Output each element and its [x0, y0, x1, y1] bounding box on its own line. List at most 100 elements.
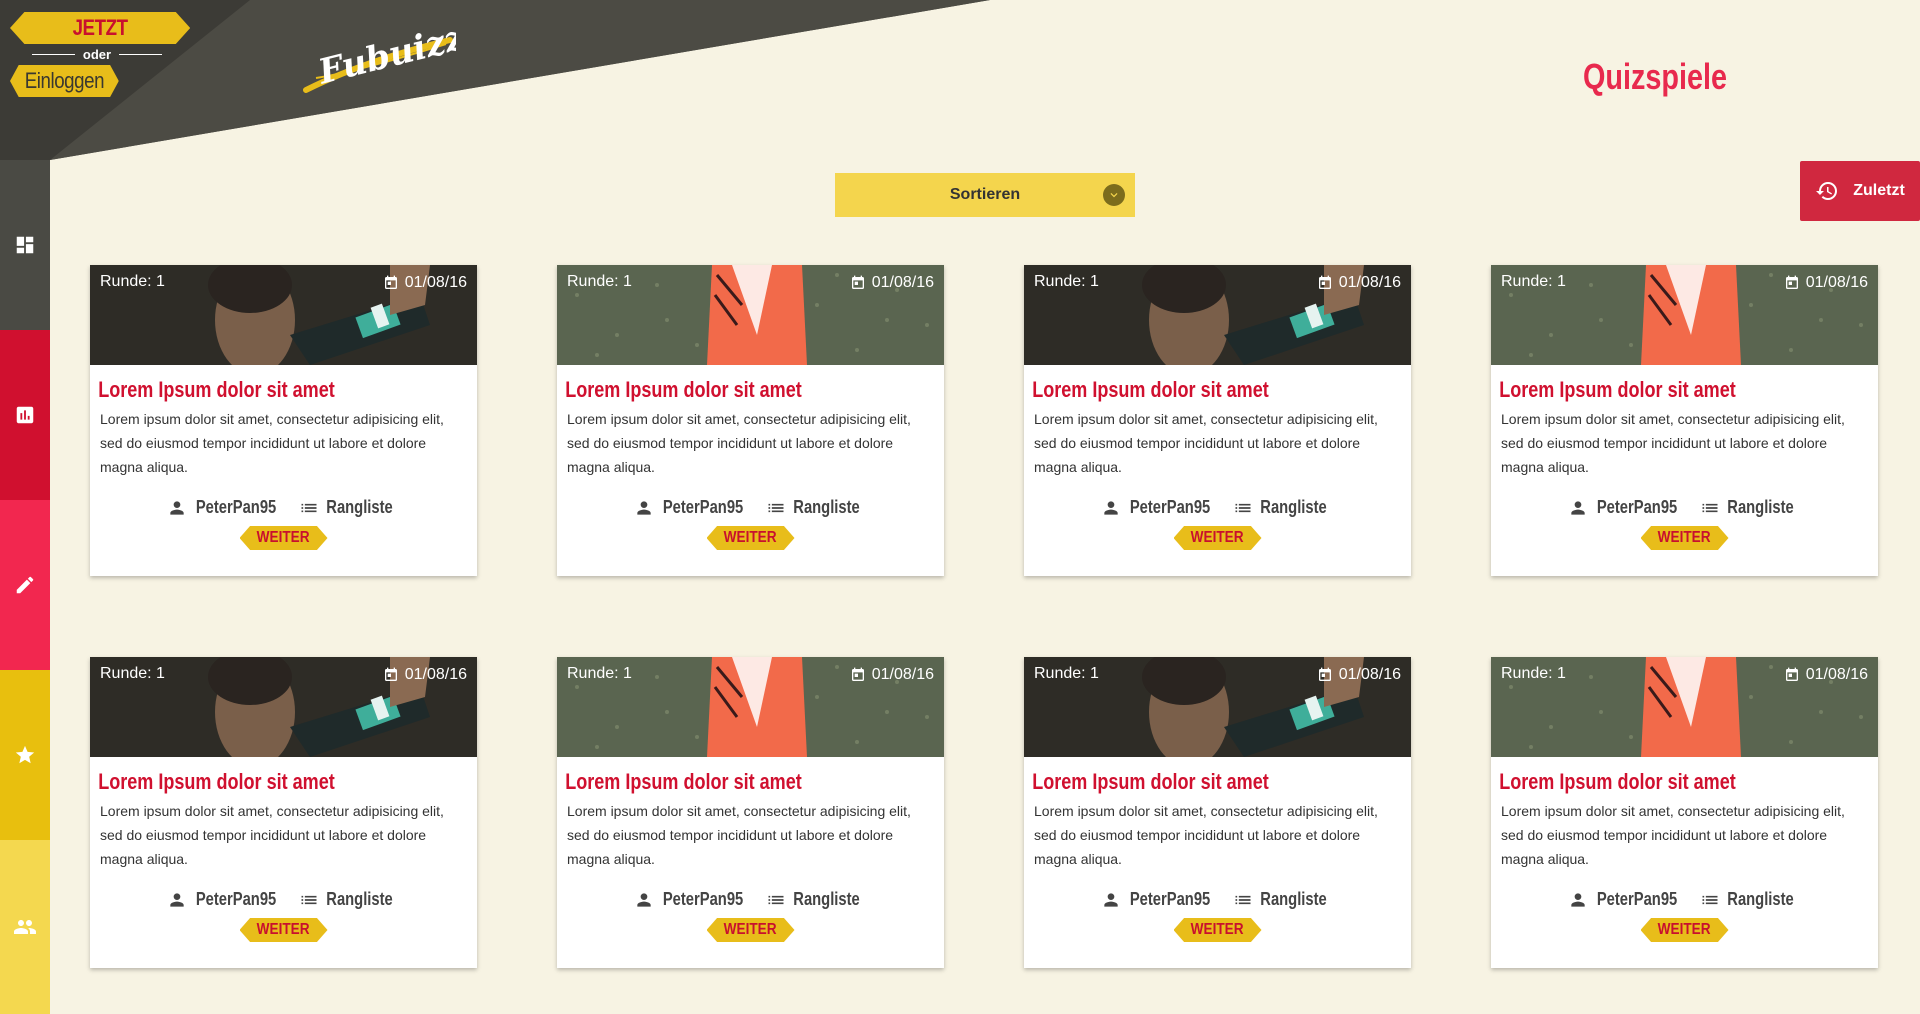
- card-ranking-link[interactable]: Rangliste: [1233, 497, 1334, 518]
- date-text: 01/08/16: [1338, 666, 1401, 683]
- card-ranking-link[interactable]: Rangliste: [1700, 497, 1801, 518]
- ranking-label: Rangliste: [793, 497, 860, 517]
- ranking-label: Rangliste: [1260, 497, 1327, 517]
- continue-label: WEITER: [257, 921, 310, 938]
- calendar-icon: [1318, 667, 1331, 681]
- quiz-card[interactable]: Runde: 1 01/08/16 Lorem Ipsum dolor sit …: [557, 265, 944, 576]
- date-text: 01/08/16: [404, 666, 467, 683]
- date-text: 01/08/16: [871, 274, 934, 291]
- ranking-label: Rangliste: [326, 497, 393, 517]
- date-label: 01/08/16: [850, 274, 934, 292]
- user-name: PeterPan95: [662, 497, 744, 517]
- card-title[interactable]: Lorem Ipsum dolor sit amet: [1491, 365, 1808, 403]
- calendar-icon: [1785, 667, 1798, 681]
- continue-label: WEITER: [257, 529, 310, 546]
- card-ranking-link[interactable]: Rangliste: [766, 497, 867, 518]
- sidebar-item-favorites[interactable]: [0, 670, 50, 840]
- sidebar-item-community[interactable]: [0, 840, 50, 1014]
- card-image-player: Runde: 1 01/08/16: [90, 657, 477, 757]
- list-icon: [768, 503, 784, 512]
- continue-button[interactable]: WEITER: [1640, 918, 1729, 942]
- user-name: PeterPan95: [1129, 497, 1211, 517]
- card-image-shoe: Runde: 1 01/08/16: [1491, 657, 1878, 757]
- card-user[interactable]: PeterPan95: [634, 497, 752, 518]
- card-title[interactable]: Lorem Ipsum dolor sit amet: [1024, 365, 1341, 403]
- fubuizz-logo[interactable]: Fubuizz: [296, 18, 469, 105]
- card-ranking-link[interactable]: Rangliste: [299, 497, 400, 518]
- card-user[interactable]: PeterPan95: [1568, 497, 1686, 518]
- round-label: Runde: 1: [1034, 273, 1099, 290]
- card-title[interactable]: Lorem Ipsum dolor sit amet: [90, 365, 407, 403]
- card-description: Lorem ipsum dolor sit amet, consectetur …: [567, 803, 911, 867]
- card-title[interactable]: Lorem Ipsum dolor sit amet: [557, 757, 874, 795]
- card-user[interactable]: PeterPan95: [634, 889, 752, 910]
- card-title[interactable]: Lorem Ipsum dolor sit amet: [1024, 757, 1341, 795]
- continue-button[interactable]: WEITER: [239, 526, 328, 550]
- card-user[interactable]: PeterPan95: [1101, 889, 1219, 910]
- quiz-card[interactable]: Runde: 1 01/08/16 Lorem Ipsum dolor sit …: [1024, 657, 1411, 968]
- calendar-icon: [384, 667, 397, 681]
- card-meta: PeterPan95 Rangliste: [1491, 497, 1878, 518]
- card-description: Lorem ipsum dolor sit amet, consectetur …: [1034, 803, 1378, 867]
- ranking-label: Rangliste: [326, 889, 393, 909]
- quiz-card[interactable]: Runde: 1 01/08/16 Lorem Ipsum dolor sit …: [90, 657, 477, 968]
- quiz-card[interactable]: Runde: 1 01/08/16 Lorem Ipsum dolor sit …: [1491, 657, 1878, 968]
- card-title[interactable]: Lorem Ipsum dolor sit amet: [1491, 757, 1808, 795]
- card-user[interactable]: PeterPan95: [1101, 497, 1219, 518]
- user-name: PeterPan95: [1129, 889, 1211, 909]
- continue-button[interactable]: WEITER: [1640, 526, 1729, 550]
- list-icon: [1235, 503, 1251, 512]
- card-meta: PeterPan95 Rangliste: [90, 889, 477, 910]
- ranking-label: Rangliste: [1727, 889, 1794, 909]
- card-ranking-link[interactable]: Rangliste: [299, 889, 400, 910]
- card-ranking-link[interactable]: Rangliste: [1233, 889, 1334, 910]
- round-label: Runde: 1: [1501, 665, 1566, 682]
- sidebar-item-edit[interactable]: [0, 500, 50, 670]
- card-meta: PeterPan95 Rangliste: [1024, 889, 1411, 910]
- card-ranking-link[interactable]: Rangliste: [1700, 889, 1801, 910]
- user-name: PeterPan95: [1596, 497, 1678, 517]
- continue-button[interactable]: WEITER: [1173, 526, 1262, 550]
- date-text: 01/08/16: [1805, 666, 1868, 683]
- people-icon: [14, 920, 36, 934]
- card-title[interactable]: Lorem Ipsum dolor sit amet: [557, 365, 874, 403]
- person-icon: [637, 892, 651, 907]
- person-icon: [1104, 892, 1118, 907]
- chevron-down-icon: [1103, 184, 1125, 206]
- card-image-player: Runde: 1 01/08/16: [1024, 265, 1411, 365]
- list-icon: [301, 895, 317, 904]
- card-ranking-link[interactable]: Rangliste: [766, 889, 867, 910]
- card-user[interactable]: PeterPan95: [1568, 889, 1686, 910]
- card-user[interactable]: PeterPan95: [167, 889, 285, 910]
- date-label: 01/08/16: [1317, 666, 1401, 684]
- auth-box: JETZT REGISTRIEREN oder Einloggen: [10, 12, 222, 97]
- chart-icon: [16, 406, 34, 424]
- date-text: 01/08/16: [871, 666, 934, 683]
- continue-button[interactable]: WEITER: [706, 526, 795, 550]
- or-divider: oder: [32, 47, 163, 62]
- sidebar-item-dashboard[interactable]: [0, 160, 50, 330]
- card-title[interactable]: Lorem Ipsum dolor sit amet: [90, 757, 407, 795]
- login-button[interactable]: Einloggen: [10, 65, 119, 97]
- quiz-card[interactable]: Runde: 1 01/08/16 Lorem Ipsum dolor sit …: [1491, 265, 1878, 576]
- continue-button[interactable]: WEITER: [239, 918, 328, 942]
- sidebar: [0, 160, 50, 1014]
- continue-button[interactable]: WEITER: [706, 918, 795, 942]
- quiz-card[interactable]: Runde: 1 01/08/16 Lorem Ipsum dolor sit …: [90, 265, 477, 576]
- card-user[interactable]: PeterPan95: [167, 497, 285, 518]
- continue-button[interactable]: WEITER: [1173, 918, 1262, 942]
- quiz-card[interactable]: Runde: 1 01/08/16 Lorem Ipsum dolor sit …: [1024, 265, 1411, 576]
- date-text: 01/08/16: [404, 274, 467, 291]
- sidebar-item-statistics[interactable]: [0, 330, 50, 500]
- recent-button[interactable]: Zuletzt: [1800, 161, 1920, 221]
- person-icon: [637, 500, 651, 515]
- person-icon: [1571, 500, 1585, 515]
- dashboard-icon: [16, 236, 34, 254]
- sort-dropdown[interactable]: Sortieren: [835, 173, 1135, 217]
- list-icon: [1235, 895, 1251, 904]
- user-name: PeterPan95: [195, 497, 277, 517]
- recent-label: Zuletzt: [1853, 182, 1905, 199]
- person-icon: [1571, 892, 1585, 907]
- quiz-card[interactable]: Runde: 1 01/08/16 Lorem Ipsum dolor sit …: [557, 657, 944, 968]
- register-button[interactable]: JETZT REGISTRIEREN: [10, 12, 191, 44]
